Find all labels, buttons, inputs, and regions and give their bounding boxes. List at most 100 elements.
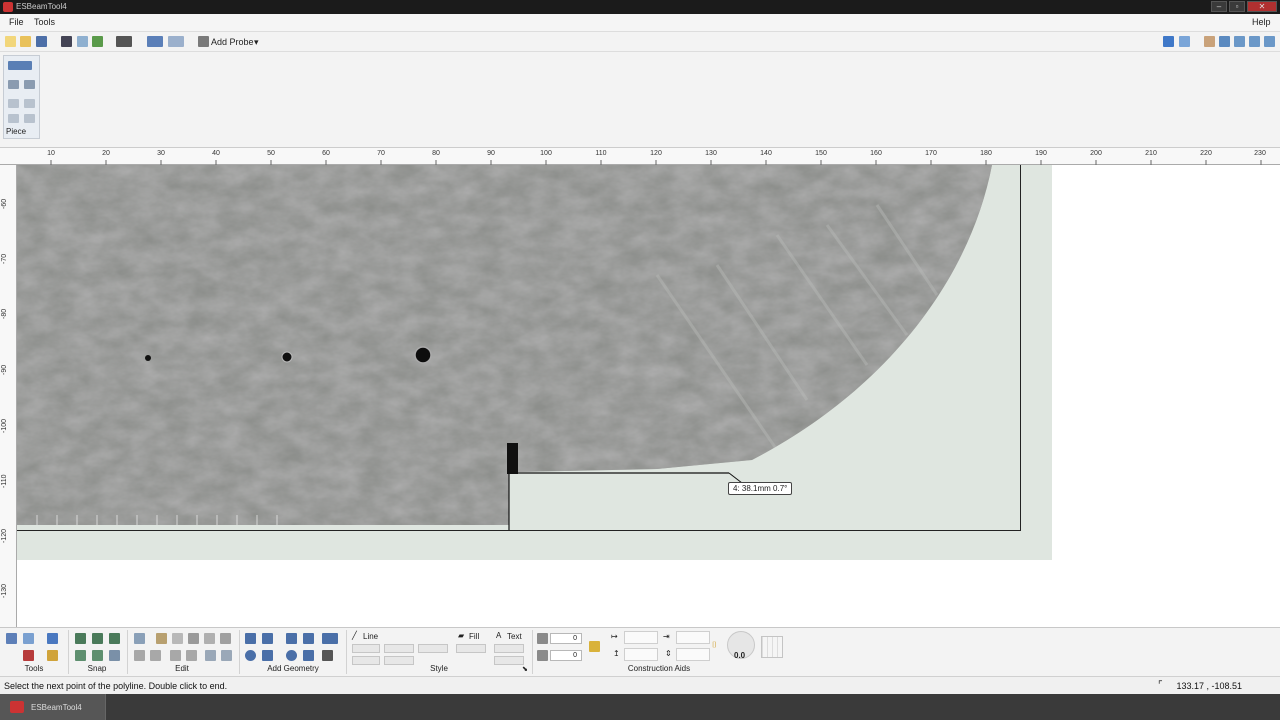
vertical-distance-field[interactable] bbox=[624, 648, 658, 661]
dimension-tool-icon[interactable] bbox=[322, 633, 338, 644]
ruler-tick-label: -80 bbox=[1, 308, 8, 319]
horizontal-spacing-field[interactable] bbox=[676, 631, 710, 644]
zoom-in-icon[interactable] bbox=[1249, 36, 1260, 47]
edit-transform-icon[interactable] bbox=[134, 633, 145, 644]
ungroup-icon[interactable] bbox=[150, 650, 161, 661]
fill-label[interactable]: Fill bbox=[469, 632, 479, 641]
piece-delete-icon[interactable] bbox=[24, 80, 35, 89]
save-icon[interactable] bbox=[36, 36, 47, 47]
style-group-label: Style bbox=[430, 664, 448, 673]
text-label[interactable]: Text bbox=[507, 632, 522, 641]
piece-label: Piece bbox=[6, 127, 27, 136]
line-end-dropdown[interactable] bbox=[384, 656, 414, 665]
pan-hand-icon[interactable] bbox=[1204, 36, 1215, 47]
point-tool-icon[interactable] bbox=[286, 650, 297, 661]
new-file-icon[interactable] bbox=[5, 36, 16, 47]
group-divider bbox=[68, 630, 69, 674]
polyline-tool-icon[interactable] bbox=[286, 633, 297, 644]
add-probe-icon[interactable] bbox=[198, 36, 209, 47]
trim-icon[interactable] bbox=[172, 633, 183, 644]
ruler-tick-label: -130 bbox=[1, 583, 8, 598]
layers-icon[interactable] bbox=[47, 650, 58, 661]
scale-icon[interactable] bbox=[205, 650, 216, 661]
snap-midpoint-icon[interactable] bbox=[92, 633, 103, 644]
rotation-value: 0.0 bbox=[734, 651, 746, 660]
image-icon[interactable] bbox=[77, 36, 88, 47]
align-top-icon[interactable] bbox=[8, 114, 19, 123]
mirror-right-icon[interactable] bbox=[186, 650, 197, 661]
arc-tool-icon[interactable] bbox=[262, 633, 273, 644]
curve-tool-icon[interactable] bbox=[303, 633, 314, 644]
view-2d-icon[interactable] bbox=[1163, 36, 1174, 47]
ruler-tick-label: -60 bbox=[1, 198, 8, 209]
horizontal-distance-field[interactable] bbox=[624, 631, 658, 644]
offset-input[interactable]: 0 bbox=[550, 650, 582, 661]
lock-icon[interactable]: ⌷ bbox=[712, 640, 717, 650]
mirror-left-icon[interactable] bbox=[170, 650, 181, 661]
snap-grid-icon[interactable] bbox=[109, 650, 120, 661]
group-icon[interactable] bbox=[134, 650, 145, 661]
magnet-icon[interactable] bbox=[23, 650, 34, 661]
snap-tangent-icon[interactable] bbox=[92, 650, 103, 661]
grid-toggle[interactable] bbox=[761, 636, 783, 658]
chevron-down-icon[interactable]: ▾ bbox=[254, 37, 259, 48]
grid-view-icon[interactable] bbox=[61, 36, 72, 47]
pencil-icon[interactable] bbox=[589, 641, 600, 652]
style-expand-icon[interactable]: ⬊ bbox=[522, 665, 528, 673]
zoom-out-icon[interactable] bbox=[1264, 36, 1275, 47]
line-width-dropdown[interactable] bbox=[384, 644, 414, 653]
align-bottom-icon[interactable] bbox=[24, 114, 35, 123]
app-taskbar-icon bbox=[10, 701, 24, 713]
piece-edit-icon[interactable] bbox=[8, 80, 19, 89]
cut-icon[interactable] bbox=[188, 633, 199, 644]
snap-perpendicular-icon[interactable] bbox=[75, 650, 86, 661]
line-start-dropdown[interactable] bbox=[352, 656, 380, 665]
menu-help[interactable]: Help bbox=[1252, 17, 1271, 27]
zoom-window-icon[interactable] bbox=[1234, 36, 1245, 47]
line-style-icon: ╱ bbox=[352, 631, 357, 640]
line-color-dropdown[interactable] bbox=[352, 644, 380, 653]
paste-icon[interactable] bbox=[220, 633, 231, 644]
fill-color-dropdown[interactable] bbox=[456, 644, 486, 653]
add-probe-button[interactable]: Add Probe bbox=[211, 37, 254, 47]
snap-endpoint-icon[interactable] bbox=[75, 633, 86, 644]
display-tool-icon[interactable] bbox=[47, 633, 58, 644]
tools-group-label: Tools bbox=[24, 664, 44, 673]
snap-intersection-icon[interactable] bbox=[109, 633, 120, 644]
text-color-dropdown[interactable] bbox=[494, 644, 524, 653]
select-arrow-icon[interactable] bbox=[6, 633, 17, 644]
angle-input[interactable]: 0 bbox=[550, 633, 582, 644]
line-type-dropdown[interactable] bbox=[418, 644, 448, 653]
align-right-icon[interactable] bbox=[24, 99, 35, 108]
taskbar-app-button[interactable]: ESBeamTool4 bbox=[0, 694, 106, 720]
offset-icon[interactable] bbox=[221, 650, 232, 661]
copy-icon[interactable] bbox=[204, 633, 215, 644]
fill-icon: ▰ bbox=[458, 631, 465, 640]
text-size-dropdown[interactable] bbox=[494, 656, 524, 665]
rectangle-tool-icon[interactable] bbox=[262, 650, 273, 661]
redo-icon[interactable] bbox=[168, 36, 184, 47]
align-left-icon[interactable] bbox=[8, 99, 19, 108]
close-button[interactable]: ✕ bbox=[1247, 1, 1277, 12]
polygon-tool-icon[interactable] bbox=[303, 650, 314, 661]
maximize-button[interactable]: ▫ bbox=[1229, 1, 1245, 12]
line-tool-icon[interactable] bbox=[245, 633, 256, 644]
line-style-label[interactable]: Line bbox=[363, 632, 378, 641]
camera-dropdown-icon[interactable] bbox=[116, 36, 132, 47]
text-tool-icon[interactable] bbox=[322, 650, 333, 661]
menu-tools[interactable]: Tools bbox=[34, 17, 55, 27]
undo-icon[interactable] bbox=[147, 36, 163, 47]
piece-dropdown-icon[interactable] bbox=[8, 61, 32, 70]
group-divider bbox=[532, 630, 533, 674]
minimize-button[interactable]: – bbox=[1211, 1, 1227, 12]
pick-tool-icon[interactable] bbox=[23, 633, 34, 644]
circle-tool-icon[interactable] bbox=[245, 650, 256, 661]
vertical-spacing-field[interactable] bbox=[676, 648, 710, 661]
drawing-canvas[interactable]: 4: 38.1mm 0.7° bbox=[17, 165, 1280, 627]
open-folder-icon[interactable] bbox=[20, 36, 31, 47]
view-3d-icon[interactable] bbox=[1179, 36, 1190, 47]
export-icon[interactable] bbox=[92, 36, 103, 47]
zoom-fit-icon[interactable] bbox=[1219, 36, 1230, 47]
erase-icon[interactable] bbox=[156, 633, 167, 644]
menu-file[interactable]: File bbox=[9, 17, 24, 27]
